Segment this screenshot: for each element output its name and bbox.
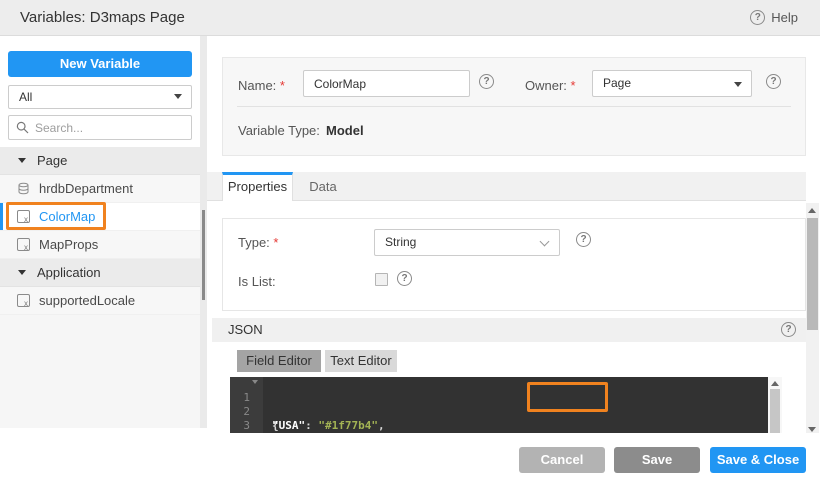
is-list-help-icon[interactable]: ? — [397, 271, 412, 286]
owner-label: Owner: * — [525, 78, 576, 93]
required-marker: * — [279, 78, 285, 93]
sidebar-scrollbar[interactable] — [200, 36, 207, 428]
variable-summary-panel: Name: * ? Owner: * Page ? Variable Type:… — [222, 57, 806, 156]
search-icon — [16, 121, 29, 134]
owner-select-value: Page — [603, 76, 632, 90]
code-line-2: 2 "USA": "#1f77b4", — [243, 405, 385, 432]
field-editor-button[interactable]: Field Editor — [237, 350, 321, 372]
help-label: Help — [771, 10, 798, 25]
tree-item-colormap[interactable]: x ColorMap — [0, 203, 200, 231]
help-circle-icon: ? — [750, 10, 766, 25]
help-link[interactable]: ? Help — [750, 0, 798, 35]
code-line-3: 3 "RUS": "#9467bd", — [243, 419, 250, 432]
variable-type-value: Model — [326, 123, 364, 138]
page-title: Variables: D3maps Page — [20, 9, 185, 26]
variable-icon: x — [17, 294, 30, 308]
json-section-header: JSON ? — [212, 318, 806, 342]
sidebar-scrollbar-thumb[interactable] — [202, 210, 205, 300]
tree-group-application[interactable]: Application — [0, 259, 200, 287]
caret-down-icon — [18, 158, 26, 163]
selected-indicator — [0, 203, 3, 230]
tree-item-supportedlocale[interactable]: x supportedLocale — [0, 287, 200, 315]
cancel-button[interactable]: Cancel — [519, 447, 605, 473]
editor-scrollbar-thumb[interactable] — [770, 389, 780, 433]
scroll-up-icon[interactable] — [771, 381, 779, 386]
variable-type-label: Variable Type: — [238, 123, 320, 138]
variable-icon: x — [17, 210, 30, 224]
tab-properties[interactable]: Properties — [222, 172, 293, 201]
tree-group-label: Page — [37, 153, 68, 168]
variables-sidebar: New Variable All Page — [0, 36, 200, 428]
is-list-label: Is List: — [238, 274, 276, 289]
tree-item-mapprops[interactable]: x MapProps — [0, 231, 200, 259]
tree-item-label: MapProps — [39, 237, 99, 252]
chevron-down-icon — [539, 236, 550, 247]
type-help-icon[interactable]: ? — [576, 232, 591, 247]
search-box[interactable] — [8, 115, 192, 140]
properties-panel: Type: * String ? Is List: ? — [222, 218, 806, 311]
owner-help-icon[interactable]: ? — [766, 74, 781, 89]
owner-select[interactable]: Page — [592, 70, 752, 97]
caret-down-icon — [18, 270, 26, 275]
is-list-checkbox[interactable] — [375, 273, 388, 286]
sidebar-empty-area — [0, 315, 200, 428]
content-scrollbar-thumb[interactable] — [807, 218, 818, 330]
name-label: Name: * — [238, 78, 285, 93]
filter-dropdown[interactable]: All — [8, 85, 192, 109]
text-editor-button[interactable]: Text Editor — [325, 350, 397, 372]
required-marker: * — [570, 78, 576, 93]
tab-data[interactable]: Data — [293, 172, 353, 201]
editor-scrollbar[interactable] — [768, 377, 782, 433]
database-icon — [17, 182, 30, 195]
tab-bar: Properties Data — [207, 172, 806, 201]
name-input[interactable] — [303, 70, 470, 97]
type-label: Type: * — [238, 235, 279, 250]
chevron-down-icon — [174, 94, 182, 99]
type-select-value: String — [385, 235, 417, 249]
divider — [237, 106, 791, 107]
scroll-up-icon[interactable] — [808, 208, 816, 213]
json-help-icon[interactable]: ? — [781, 322, 796, 337]
fold-caret-icon[interactable] — [252, 380, 258, 384]
tree-item-hrdbdepartment[interactable]: hrdbDepartment — [0, 175, 200, 203]
search-input[interactable] — [35, 117, 185, 138]
required-marker: * — [273, 235, 279, 250]
tree-group-label: Application — [37, 265, 101, 280]
variables-dialog: Variables: D3maps Page ? Help New Variab… — [0, 0, 820, 489]
save-and-close-button[interactable]: Save & Close — [710, 447, 806, 473]
dialog-footer: Cancel Save Save & Close — [0, 433, 820, 489]
new-variable-button[interactable]: New Variable — [8, 51, 192, 77]
scroll-down-icon[interactable] — [808, 427, 816, 432]
filter-dropdown-value: All — [19, 90, 33, 104]
json-code-editor[interactable]: 1 { 2 "USA": "#1f77b4", 3 "RUS": "#9467b… — [230, 377, 768, 433]
tree-item-label: hrdbDepartment — [39, 181, 133, 196]
dialog-header: Variables: D3maps Page ? Help — [0, 0, 820, 36]
variable-icon: x — [17, 238, 30, 252]
tree-group-page[interactable]: Page — [0, 147, 200, 175]
json-section-title: JSON — [228, 322, 263, 337]
code-line-1: 1 { — [230, 377, 768, 432]
code-line-4-partial: 4 "…": "#……", — [230, 419, 768, 433]
content-scrollbar[interactable] — [806, 203, 819, 437]
chevron-down-icon — [734, 82, 742, 87]
save-button[interactable]: Save — [614, 447, 700, 473]
name-help-icon[interactable]: ? — [479, 74, 494, 89]
tree-item-label: supportedLocale — [39, 293, 136, 308]
type-select[interactable]: String — [374, 229, 560, 256]
variables-tree: Page hrdbDepartment x ColorMap x MapProp… — [0, 147, 200, 315]
variable-detail-panel: Name: * ? Owner: * Page ? Variable Type:… — [207, 36, 820, 433]
tree-item-label: ColorMap — [39, 209, 96, 224]
